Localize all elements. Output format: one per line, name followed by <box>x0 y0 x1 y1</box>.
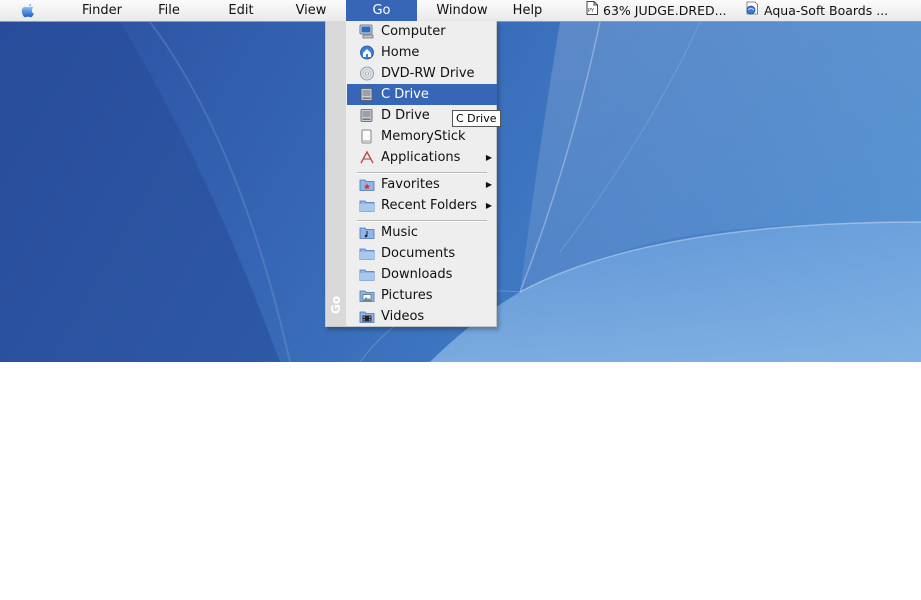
go-menu-item-music[interactable]: Music <box>347 222 497 243</box>
go-menu-item-applications[interactable]: Applications ▶ <box>347 147 497 168</box>
menu-window[interactable]: Window <box>433 0 491 21</box>
task-item-document[interactable]: PY 63% JUDGE.DRED... <box>586 0 727 21</box>
apple-menu-icon[interactable] <box>18 1 38 21</box>
svg-text:PY: PY <box>588 8 595 14</box>
pictures-folder-icon <box>359 288 375 303</box>
go-menu-item-label: Computer <box>381 24 446 39</box>
submenu-arrow-icon: ▶ <box>485 180 492 189</box>
go-menu-item-videos[interactable]: Videos <box>347 306 497 327</box>
folder-icon <box>359 198 375 213</box>
go-menu-item-dvd-rw-drive[interactable]: DVD-RW Drive <box>347 63 497 84</box>
go-menu-item-home[interactable]: Home <box>347 42 497 63</box>
go-menu-item-label: Recent Folders <box>381 198 478 213</box>
go-menu-dropdown: Go Computer Home DVD-RW Drive C Drive D … <box>325 21 497 327</box>
go-menu-item-favorites[interactable]: Favorites ▶ <box>347 174 497 195</box>
go-menu-item-label: DVD-RW Drive <box>381 66 475 81</box>
folder-icon <box>359 267 375 282</box>
tooltip: C Drive <box>452 110 501 127</box>
go-menu-item-label: Downloads <box>381 267 453 282</box>
task-item-browser[interactable]: Aqua-Soft Boards ... <box>745 0 888 21</box>
go-menu-item-label: MemoryStick <box>381 129 466 144</box>
favorites-folder-icon <box>359 177 375 192</box>
menu-file[interactable]: File <box>153 0 185 21</box>
go-menu-item-documents[interactable]: Documents <box>347 243 497 264</box>
menu-view[interactable]: View <box>291 0 331 21</box>
menu-side-label: Go <box>329 295 343 314</box>
go-menu-item-label: Favorites <box>381 177 440 192</box>
menu-finder[interactable]: Finder <box>78 0 126 21</box>
hard-drive-icon <box>359 108 375 123</box>
go-menu-item-label: C Drive <box>381 87 429 102</box>
task-item-label: Aqua-Soft Boards ... <box>764 3 889 18</box>
go-menu-item-recent-folders[interactable]: Recent Folders ▶ <box>347 195 497 216</box>
go-menu-item-label: Applications <box>381 150 461 165</box>
menu-go[interactable]: Go <box>346 0 417 21</box>
go-menu-item-label: Videos <box>381 309 425 324</box>
music-folder-icon <box>359 225 375 240</box>
menu-help[interactable]: Help <box>508 0 547 21</box>
videos-folder-icon <box>359 309 375 324</box>
dvd-icon <box>359 66 375 81</box>
menu-side-stripe: Go <box>326 21 346 326</box>
folder-icon <box>359 246 375 261</box>
go-menu-item-pictures[interactable]: Pictures <box>347 285 497 306</box>
menu-edit[interactable]: Edit <box>225 0 257 21</box>
go-menu-item-label: Music <box>381 225 418 240</box>
go-menu-item-downloads[interactable]: Downloads <box>347 264 497 285</box>
applications-icon <box>359 150 375 165</box>
go-menu-item-computer[interactable]: Computer <box>347 21 497 42</box>
go-menu-item-label: D Drive <box>381 108 430 123</box>
browser-icon <box>745 0 759 21</box>
home-icon <box>359 45 375 60</box>
submenu-arrow-icon: ▶ <box>485 201 492 210</box>
hard-drive-icon <box>359 87 375 102</box>
task-item-label: 63% JUDGE.DRED... <box>603 3 727 18</box>
go-menu-item-label: Documents <box>381 246 456 261</box>
computer-icon <box>359 24 375 39</box>
go-menu-item-c-drive[interactable]: C Drive <box>347 84 497 105</box>
document-icon: PY <box>586 0 598 21</box>
removable-drive-icon <box>359 129 375 144</box>
submenu-arrow-icon: ▶ <box>485 153 492 162</box>
go-menu-item-label: Home <box>381 45 420 60</box>
menu-bar: Finder File Edit View Go Window Help PY … <box>0 0 921 22</box>
go-menu-item-memorystick[interactable]: MemoryStick <box>347 126 497 147</box>
go-menu-item-label: Pictures <box>381 288 433 303</box>
